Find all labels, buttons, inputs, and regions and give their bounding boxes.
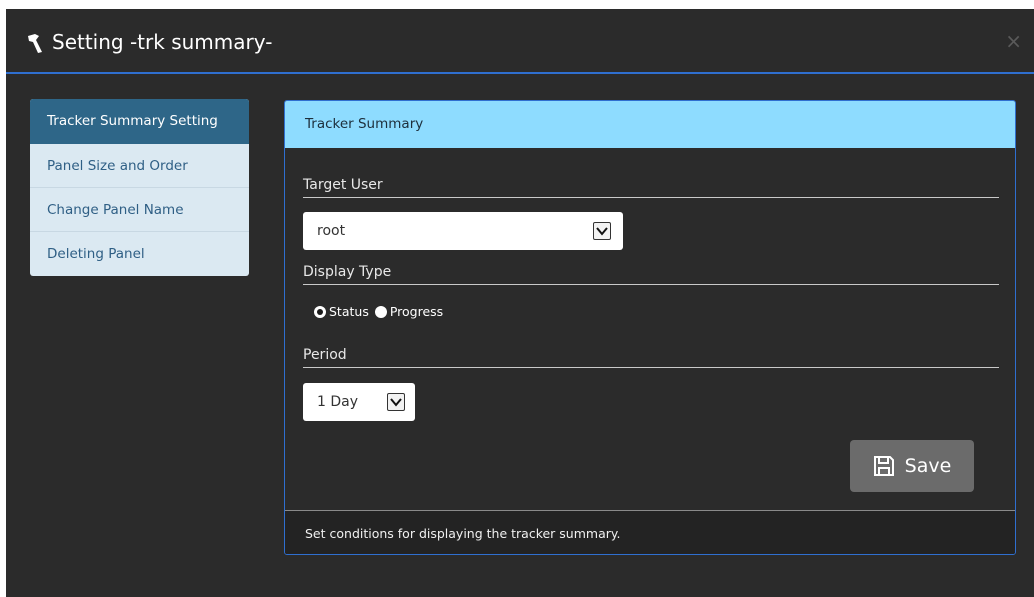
dialog-title: Setting -trk summary- [52,30,273,54]
target-user-value: root [317,223,346,239]
radio-progress[interactable] [374,305,387,318]
display-type-radio-group: Status Progress [314,304,449,319]
sidebar-item-deleting-panel[interactable]: Deleting Panel [30,232,249,276]
save-button-label: Save [904,455,952,477]
chevron-down-icon [593,222,611,240]
dialog-titlebar: Setting -trk summary- × [6,9,1034,74]
period-value: 1 Day [317,394,359,410]
target-user-label: Target User [303,177,999,198]
sidebar-item-label: Change Panel Name [47,202,184,218]
sidebar-item-label: Deleting Panel [47,246,145,262]
panel-footer-help-text: Set conditions for displaying the tracke… [285,510,1015,554]
period-label: Period [303,347,999,368]
radio-status[interactable] [314,305,326,318]
tracker-summary-panel: Tracker Summary Target User root Display… [284,100,1016,555]
floppy-disk-icon [873,456,894,476]
save-button[interactable]: Save [850,440,974,492]
close-button[interactable]: × [1005,31,1022,51]
period-select[interactable]: 1 Day [303,383,415,421]
settings-dialog: Setting -trk summary- × Tracker Summary … [6,9,1034,597]
sidebar-item-change-panel-name[interactable]: Change Panel Name [30,188,249,232]
wrench-icon [28,34,42,53]
display-type-label: Display Type [303,264,999,285]
sidebar-item-label: Tracker Summary Setting [47,113,218,129]
radio-status-label[interactable]: Status [329,304,369,319]
chevron-down-icon [387,393,405,411]
panel-header: Tracker Summary [285,101,1015,148]
sidebar-item-label: Panel Size and Order [47,158,188,174]
sidebar-item-tracker-summary-setting[interactable]: Tracker Summary Setting [30,99,249,144]
radio-progress-label[interactable]: Progress [390,304,443,319]
settings-sidebar: Tracker Summary Setting Panel Size and O… [30,99,249,276]
sidebar-item-panel-size-and-order[interactable]: Panel Size and Order [30,144,249,188]
target-user-select[interactable]: root [303,212,623,250]
